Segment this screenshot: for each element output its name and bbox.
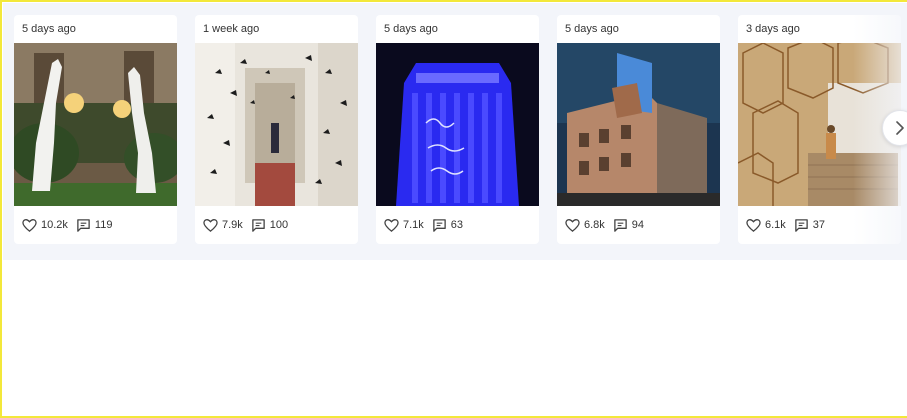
post-thumbnail[interactable] <box>738 43 901 206</box>
like-count: 6.1k <box>765 219 786 231</box>
post-stats: 7.1k 63 <box>384 217 471 233</box>
like-count: 10.2k <box>41 219 68 231</box>
post-stats: 7.9k 100 <box>203 217 296 233</box>
post-thumbnail[interactable] <box>557 43 720 206</box>
comment-icon[interactable] <box>432 218 447 233</box>
post-timestamp: 1 week ago <box>203 23 260 35</box>
comment-icon[interactable] <box>613 218 628 233</box>
like-count: 6.8k <box>584 219 605 231</box>
heart-icon[interactable] <box>22 218 37 233</box>
post-stats: 6.1k 37 <box>746 217 833 233</box>
like-count: 7.9k <box>222 219 243 231</box>
post-thumbnail[interactable] <box>14 43 177 206</box>
chevron-right-icon <box>896 121 904 135</box>
post-card[interactable]: 5 days ago 6.8k 94 <box>557 15 720 244</box>
post-thumbnail[interactable] <box>376 43 539 206</box>
post-timestamp: 5 days ago <box>565 23 619 35</box>
post-carousel: 5 days ago 10.2k 119 1 week ago 7.9k 100… <box>3 3 907 260</box>
post-stats: 6.8k 94 <box>565 217 652 233</box>
comment-icon[interactable] <box>794 218 809 233</box>
like-count: 7.1k <box>403 219 424 231</box>
butterfly-hallway-image <box>195 43 358 206</box>
comment-count: 63 <box>450 219 464 231</box>
comment-icon[interactable] <box>251 218 266 233</box>
comment-count: 119 <box>94 219 113 231</box>
comment-count: 100 <box>269 219 289 231</box>
post-card[interactable]: 5 days ago 7.1k 63 <box>376 15 539 244</box>
blue-tower-image <box>376 43 539 206</box>
post-timestamp: 5 days ago <box>22 23 76 35</box>
post-timestamp: 3 days ago <box>746 23 800 35</box>
giraffe-lamps-image <box>14 43 177 206</box>
comment-icon[interactable] <box>76 218 91 233</box>
night-building-image <box>557 43 720 206</box>
post-card[interactable]: 5 days ago 10.2k 119 <box>14 15 177 244</box>
heart-icon[interactable] <box>203 218 218 233</box>
heart-icon[interactable] <box>384 218 399 233</box>
comment-count: 37 <box>812 219 826 231</box>
heart-icon[interactable] <box>746 218 761 233</box>
wooden-lattice-image <box>738 43 901 206</box>
post-stats: 10.2k 119 <box>22 217 120 233</box>
comment-count: 94 <box>631 219 645 231</box>
heart-icon[interactable] <box>565 218 580 233</box>
post-timestamp: 5 days ago <box>384 23 438 35</box>
post-card[interactable]: 1 week ago 7.9k 100 <box>195 15 358 244</box>
post-thumbnail[interactable] <box>195 43 358 206</box>
post-card[interactable]: 3 days ago 6.1k 37 <box>738 15 901 244</box>
